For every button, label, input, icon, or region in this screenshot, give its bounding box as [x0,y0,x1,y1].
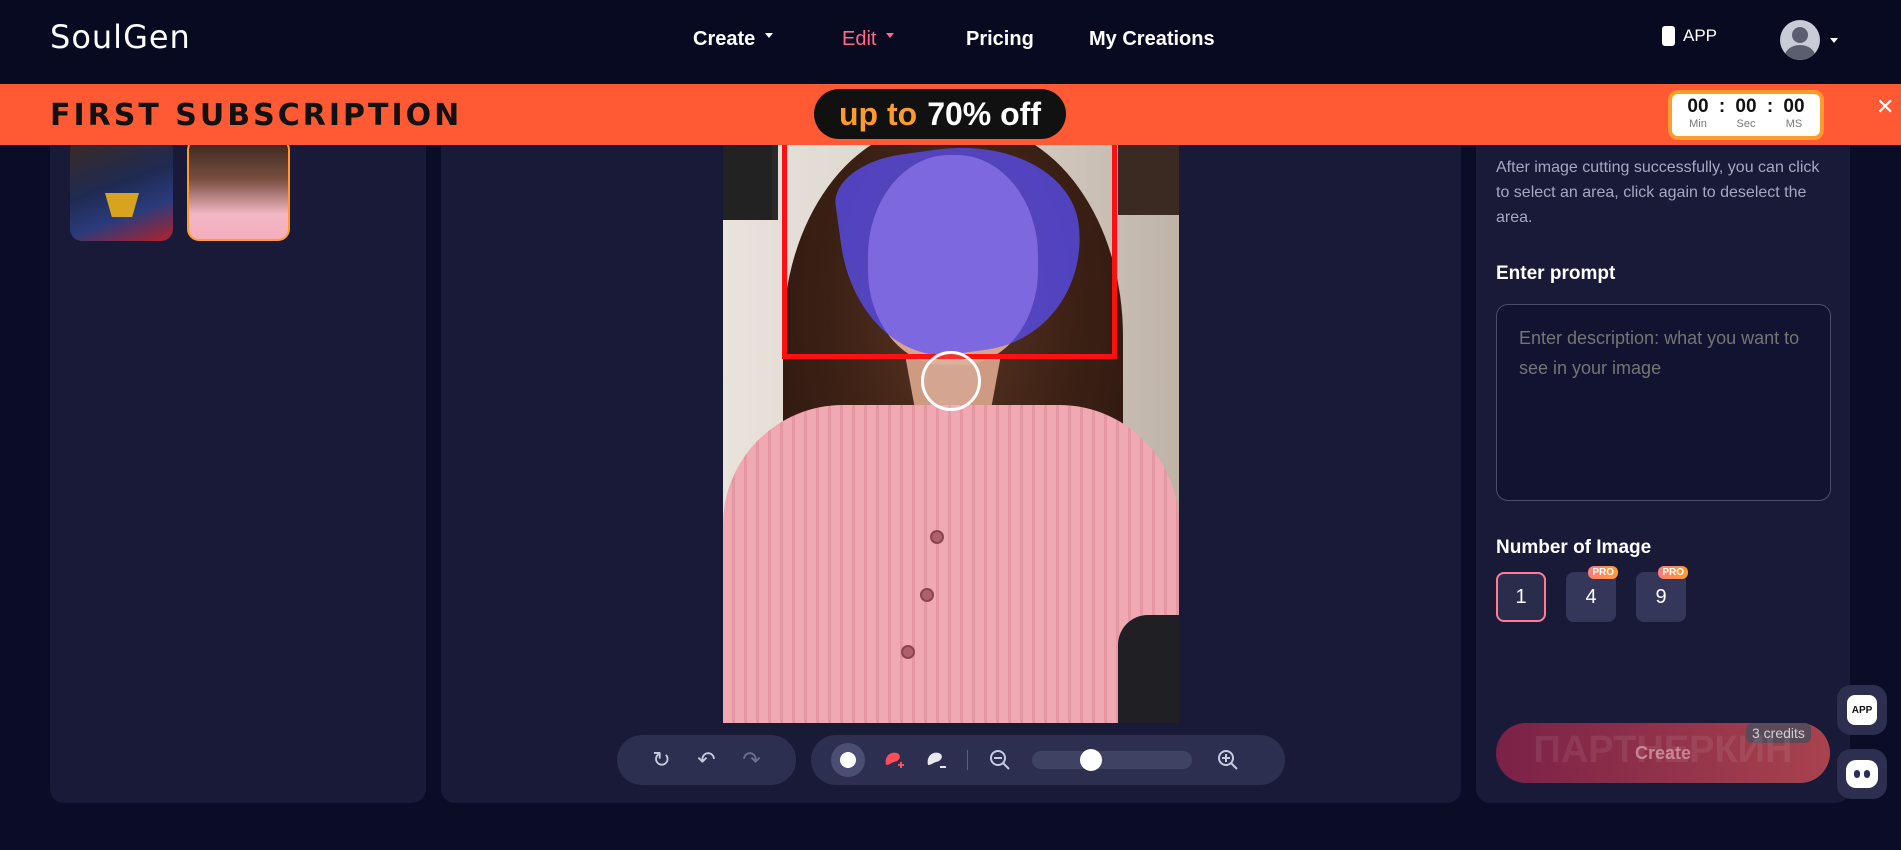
history-toolbar: ↻ ↶ ↷ [617,735,796,785]
sweater-button [930,530,944,544]
nav-create[interactable]: Create [693,28,774,51]
app-label: APP [1683,26,1718,45]
sweater-button [920,588,934,602]
background-frame [723,145,778,220]
timer-minutes-value: 00 [1687,96,1709,117]
nav-create-label: Create [693,28,756,50]
timer-seconds-label: Sec [1736,118,1756,130]
brush-remove-icon[interactable] [921,746,949,774]
background-frame [1118,145,1179,215]
nav-pricing[interactable]: Pricing [966,28,1034,51]
nav-edit[interactable]: Edit [842,28,895,51]
brush-add-icon[interactable] [879,746,907,774]
image-count-option-1[interactable]: 1 [1496,572,1546,622]
countdown-timer: 00 Min : 00 Sec : 00 MS [1668,90,1824,140]
undo-icon[interactable]: ↶ [693,746,721,774]
settings-panel: After image cutting successfully, you ca… [1476,130,1850,803]
background-chair [1118,615,1179,723]
zoom-slider[interactable] [1032,749,1192,771]
create-button-label: Create [1634,742,1692,763]
nav-my-creations-label: My Creations [1089,28,1215,50]
timer-ms-label: MS [1785,118,1803,130]
zoom-out-icon[interactable] [986,746,1014,774]
brush-cursor [921,351,981,411]
chat-bot-icon [1846,760,1878,788]
zoom-slider-knob[interactable] [1080,749,1102,771]
user-menu[interactable] [1780,20,1838,60]
timer-minutes: 00 Min [1681,96,1715,130]
selection-rectangle[interactable] [782,137,1117,359]
timer-ms-value: 00 [1783,96,1805,117]
image-count-option-9[interactable]: 9 PRO [1636,566,1688,622]
history-panel [50,130,426,803]
image-sweater [723,405,1179,723]
app-download-link[interactable]: APP [1662,26,1717,46]
pro-badge: PRO [1588,566,1618,579]
chevron-down-icon [765,33,774,39]
zoom-in-icon[interactable] [1214,746,1242,774]
promo-title: FIRST SUBSCRIPTION [50,98,463,133]
pro-badge: PRO [1658,566,1688,579]
chevron-down-icon [886,33,895,39]
history-thumbnail[interactable] [70,138,173,241]
history-thumbnail-selected[interactable] [187,138,290,241]
app-icon: APP [1847,695,1877,725]
timer-ms: 00 MS [1777,96,1811,130]
chevron-down-icon[interactable] [1830,37,1838,43]
nav-my-creations[interactable]: My Creations [1089,28,1215,51]
timer-separator: : [1718,96,1726,117]
brush-dot-icon[interactable] [831,743,865,777]
logo[interactable]: SoulGen [50,18,191,56]
image-count-option-4[interactable]: 4 PRO [1566,566,1618,622]
nav-edit-label: Edit [842,28,877,50]
promo-offer-prefix: up to [839,95,918,132]
timer-minutes-label: Min [1689,118,1707,130]
sweater-button [901,645,915,659]
image-count-value: 1 [1515,585,1527,608]
image-count-value: 9 [1655,585,1667,608]
timer-seconds: 00 Sec [1729,96,1763,130]
selection-hint: After image cutting successfully, you ca… [1496,159,1820,226]
image-count-value: 4 [1585,585,1597,608]
phone-icon [1662,26,1675,46]
promo-offer-value: 70% off [927,95,1041,132]
brush-toolbar [811,735,1285,785]
refresh-icon[interactable]: ↻ [648,746,676,774]
floating-chat-button[interactable] [1837,749,1887,799]
close-icon[interactable]: ✕ [1876,94,1894,120]
user-avatar-icon[interactable] [1780,20,1820,60]
number-of-image-label: Number of Image [1496,537,1652,558]
floating-app-button[interactable]: APP [1837,685,1887,735]
prompt-input[interactable] [1496,304,1831,501]
toolbar-divider [967,750,968,770]
credits-badge: 3 credits [1746,723,1811,743]
redo-icon[interactable]: ↷ [738,746,766,774]
promo-banner[interactable]: FIRST SUBSCRIPTION up to 70% off 00 Min … [0,84,1901,145]
promo-offer[interactable]: up to 70% off [814,89,1066,139]
top-header: SoulGen Create Edit Pricing My Creations… [0,0,1901,84]
timer-separator: : [1766,96,1774,117]
prompt-label: Enter prompt [1496,263,1616,284]
nav-pricing-label: Pricing [966,28,1034,50]
timer-seconds-value: 00 [1735,96,1757,117]
